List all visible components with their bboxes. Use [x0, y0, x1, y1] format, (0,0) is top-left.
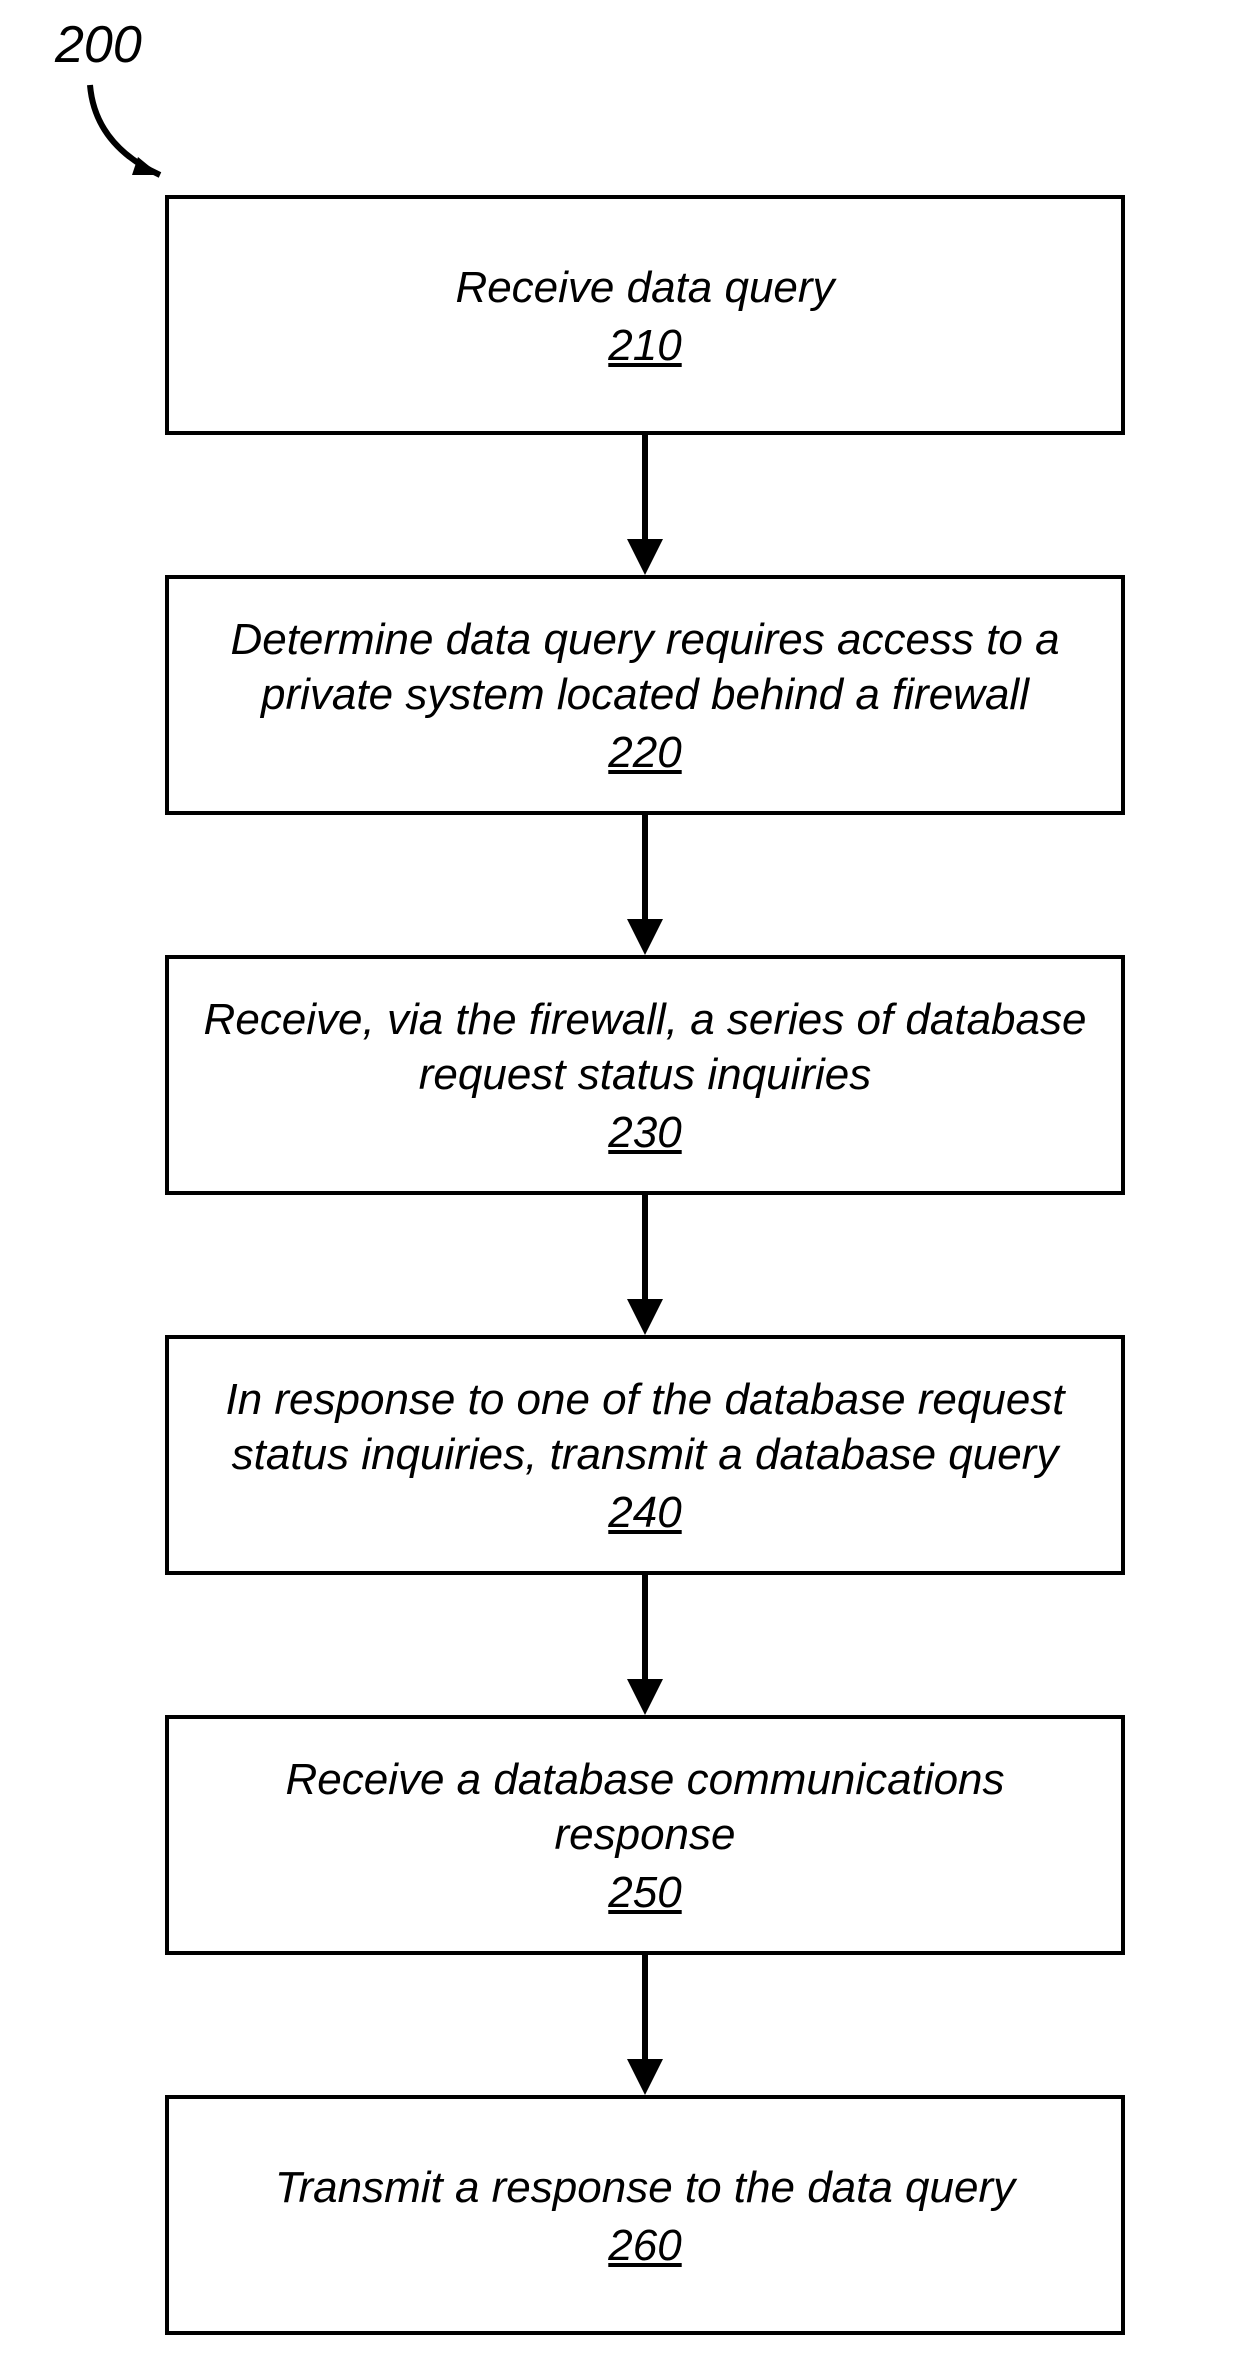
arrow-240-to-250: [0, 1575, 1240, 1715]
step-ref: 250: [608, 1868, 681, 1918]
step-box-230: Receive, via the firewall, a series of d…: [165, 955, 1125, 1195]
figure-number-label: 200: [55, 15, 142, 75]
step-box-220: Determine data query requires access to …: [165, 575, 1125, 815]
step-ref: 260: [608, 2221, 681, 2271]
step-text: Receive a database communications respon…: [199, 1752, 1091, 1862]
step-ref: 220: [608, 728, 681, 778]
arrow-210-to-220: [0, 435, 1240, 575]
flowchart-canvas: 200 Receive data query 210 Determine dat…: [0, 0, 1240, 2364]
arrow-220-to-230: [0, 815, 1240, 955]
figure-pointer-arrow: [70, 75, 200, 205]
step-ref: 230: [608, 1108, 681, 1158]
step-box-260: Transmit a response to the data query 26…: [165, 2095, 1125, 2335]
step-text: Transmit a response to the data query: [275, 2160, 1015, 2215]
step-box-250: Receive a database communications respon…: [165, 1715, 1125, 1955]
step-text: Receive, via the firewall, a series of d…: [199, 992, 1091, 1102]
step-text: Receive data query: [455, 260, 834, 315]
step-text: Determine data query requires access to …: [199, 612, 1091, 722]
step-ref: 240: [608, 1488, 681, 1538]
arrow-250-to-260: [0, 1955, 1240, 2095]
step-ref: 210: [608, 321, 681, 371]
step-box-210: Receive data query 210: [165, 195, 1125, 435]
arrow-230-to-240: [0, 1195, 1240, 1335]
step-box-240: In response to one of the database reque…: [165, 1335, 1125, 1575]
step-text: In response to one of the database reque…: [199, 1372, 1091, 1482]
